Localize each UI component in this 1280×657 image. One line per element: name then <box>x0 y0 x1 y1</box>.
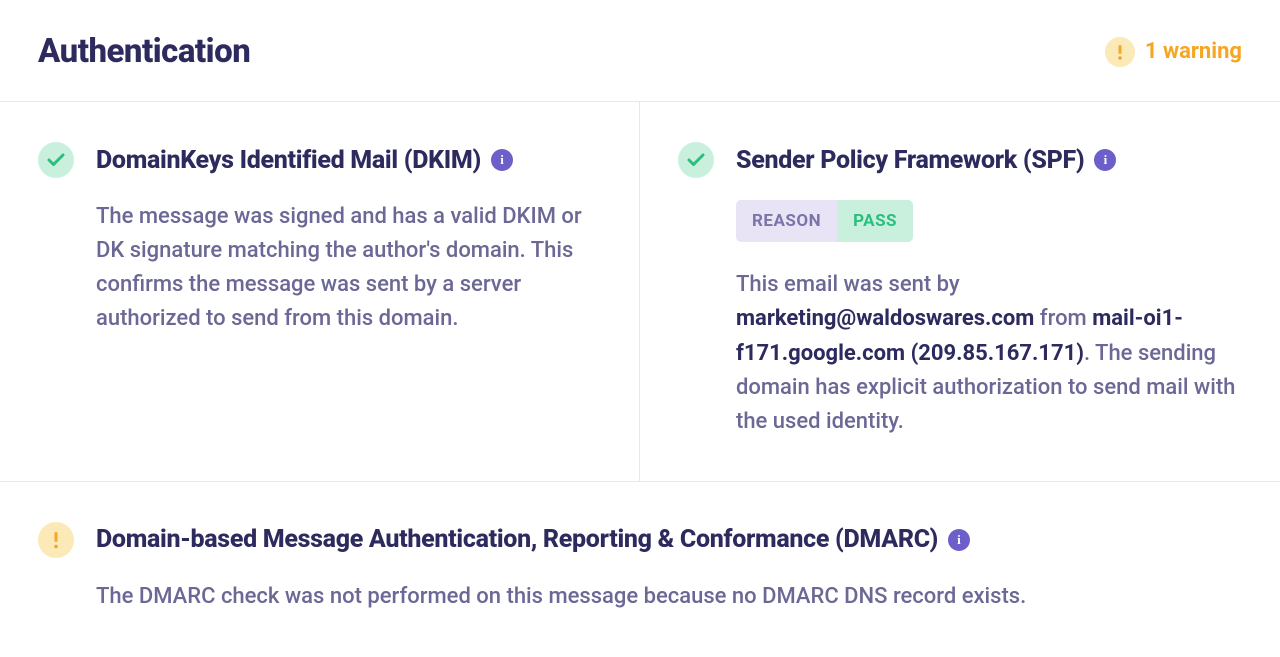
reason-value: PASS <box>837 200 913 242</box>
warning-icon <box>1105 37 1135 67</box>
page-header: Authentication 1 warning <box>0 0 1280 102</box>
dmarc-card: Domain-based Message Authentication, Rep… <box>0 482 1280 656</box>
dmarc-title-wrap: Domain-based Message Authentication, Rep… <box>96 525 970 554</box>
dkim-title: DomainKeys Identified Mail (DKIM) <box>96 146 481 175</box>
spf-body: REASON PASS This email was sent by marke… <box>678 200 1242 439</box>
spf-card-header: Sender Policy Framework (SPF) i <box>678 142 1242 178</box>
check-icon <box>38 142 74 178</box>
check-icon <box>678 142 714 178</box>
spf-description: This email was sent by marketing@waldosw… <box>736 268 1242 438</box>
dkim-title-wrap: DomainKeys Identified Mail (DKIM) i <box>96 146 513 175</box>
dkim-description: The message was signed and has a valid D… <box>38 200 601 336</box>
spf-title: Sender Policy Framework (SPF) <box>736 146 1084 175</box>
dmarc-title: Domain-based Message Authentication, Rep… <box>96 525 938 554</box>
dkim-card: DomainKeys Identified Mail (DKIM) i The … <box>0 102 640 481</box>
warning-icon <box>38 522 74 558</box>
warning-count-text: 1 warning <box>1145 39 1242 64</box>
info-icon[interactable]: i <box>491 149 513 171</box>
dmarc-card-header: Domain-based Message Authentication, Rep… <box>38 522 1242 558</box>
dkim-card-header: DomainKeys Identified Mail (DKIM) i <box>38 142 601 178</box>
spf-reason-badge: REASON PASS <box>736 200 1242 242</box>
page-title: Authentication <box>38 32 250 71</box>
spf-card: Sender Policy Framework (SPF) i REASON P… <box>640 102 1280 481</box>
info-icon[interactable]: i <box>1094 149 1116 171</box>
auth-cards-row: DomainKeys Identified Mail (DKIM) i The … <box>0 102 1280 482</box>
spf-title-wrap: Sender Policy Framework (SPF) i <box>736 146 1116 175</box>
info-icon[interactable]: i <box>948 529 970 551</box>
warning-badge[interactable]: 1 warning <box>1105 37 1242 67</box>
dmarc-description: The DMARC check was not performed on thi… <box>38 580 1242 614</box>
spf-sender-email: marketing@waldoswares.com <box>736 306 1034 331</box>
reason-label: REASON <box>736 200 837 242</box>
